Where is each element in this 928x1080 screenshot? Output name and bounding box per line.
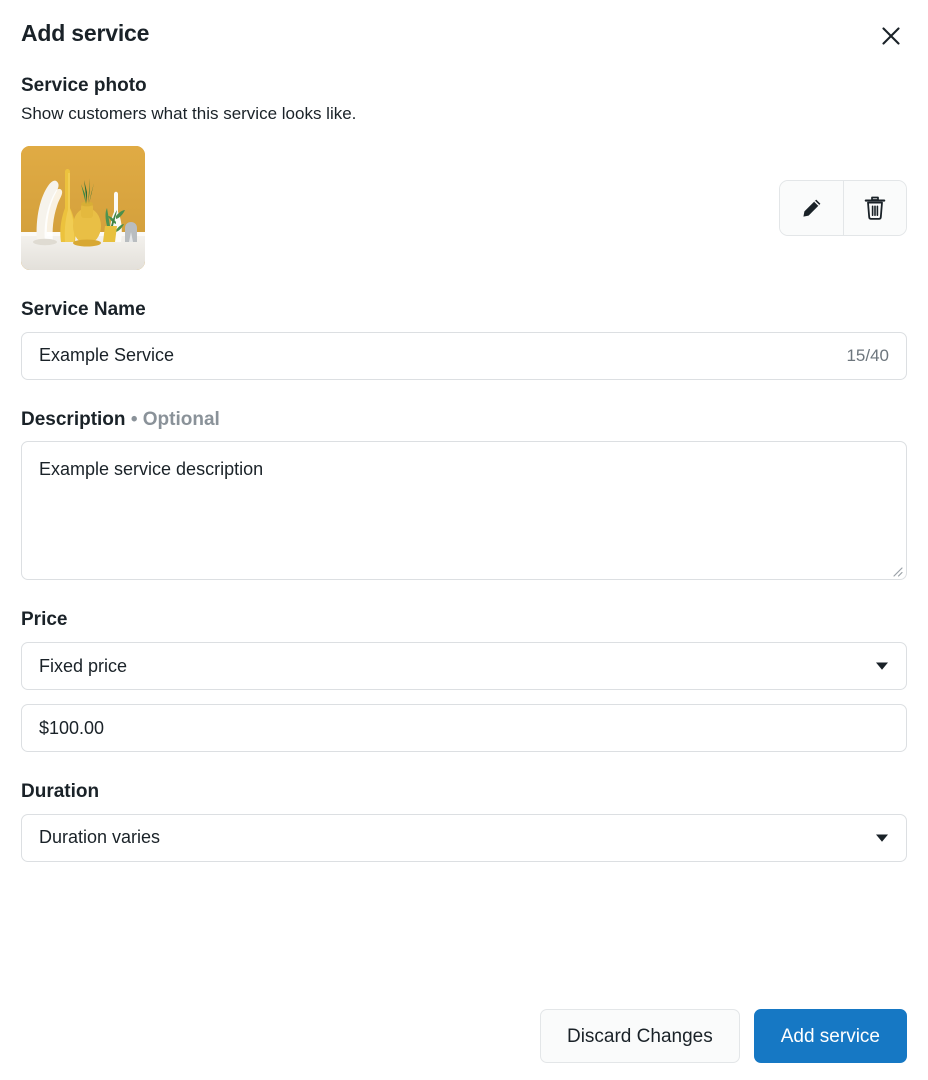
service-photo-subtext: Show customers what this service looks l… [21,103,357,123]
add-service-button[interactable]: Add service [753,1009,907,1063]
chevron-down-icon [875,833,889,843]
delete-photo-button[interactable] [843,180,906,235]
page-title: Add service [21,20,150,46]
pencil-icon [800,196,824,220]
price-type-select[interactable]: Fixed price [21,642,907,691]
modal-footer: Discard Changes Add service [21,1009,907,1063]
service-photo-thumbnail[interactable] [21,145,145,270]
modal-header: Add service [21,0,907,54]
chevron-down-icon [875,661,889,671]
duration-selected-value: Duration varies [39,827,161,848]
service-name-label: Service Name [21,298,146,320]
discard-changes-button[interactable]: Discard Changes [539,1009,740,1063]
service-photo-row [21,145,907,270]
trash-icon [863,195,887,221]
service-name-char-counter: 15/40 [846,345,889,365]
description-label: Description • Optional [21,408,907,432]
description-textarea[interactable] [21,441,907,581]
photo-illustration [21,145,145,270]
add-service-modal: Add service Service photo Show customers… [0,0,928,1080]
service-name-input[interactable] [39,332,837,379]
duration-select[interactable]: Duration varies [21,813,907,862]
description-optional-tag: • Optional [130,408,220,430]
close-button[interactable] [875,20,907,52]
description-label-text: Description [21,408,126,430]
photo-actions-group [779,179,907,236]
price-label: Price [21,609,68,631]
price-type-selected-value: Fixed price [39,655,128,676]
description-field-block: Description • Optional [21,408,907,581]
service-photo-heading: Service photo [21,75,147,96]
duration-label: Duration [21,781,100,803]
price-field-block: Price Fixed price [21,608,907,753]
close-icon [880,25,902,47]
description-textarea-wrapper [21,441,907,581]
price-amount-input-wrapper[interactable] [21,704,907,753]
service-name-field-block: Service Name 15/40 [21,298,907,380]
duration-field-block: Duration Duration varies [21,780,907,862]
edit-photo-button[interactable] [780,180,843,235]
price-amount-input[interactable] [39,705,889,752]
service-name-input-wrapper[interactable]: 15/40 [21,331,907,380]
